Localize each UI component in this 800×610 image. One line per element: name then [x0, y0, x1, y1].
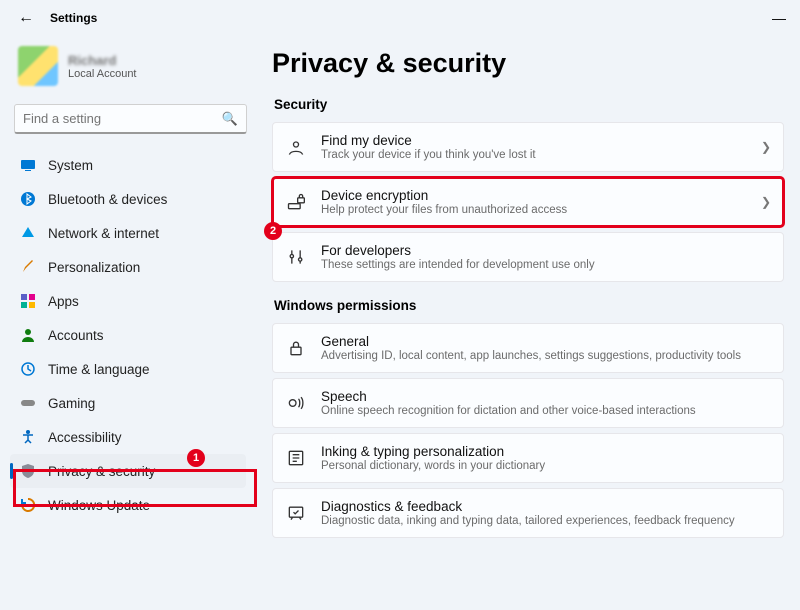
card-title: For developers: [321, 243, 771, 258]
page-title: Privacy & security: [272, 48, 784, 79]
sidebar-item-label: Network & internet: [48, 226, 159, 241]
card-sub: Track your device if you think you've lo…: [321, 149, 747, 161]
card-general[interactable]: General Advertising ID, local content, a…: [272, 323, 784, 373]
minimize-icon[interactable]: —: [772, 10, 786, 26]
lock-icon: [285, 338, 307, 358]
search-box[interactable]: 🔍: [14, 104, 247, 134]
card-inking[interactable]: Inking & typing personalization Personal…: [272, 433, 784, 483]
card-diagnostics[interactable]: Diagnostics & feedback Diagnostic data, …: [272, 488, 784, 538]
shield-icon: [20, 463, 36, 479]
brush-icon: [20, 259, 36, 275]
find-device-icon: [285, 137, 307, 157]
person-icon: [20, 327, 36, 343]
card-for-developers[interactable]: For developers These settings are intend…: [272, 232, 784, 282]
update-icon: [20, 497, 36, 513]
sidebar-item-time[interactable]: Time & language: [10, 352, 246, 386]
sidebar-item-label: Apps: [48, 294, 79, 309]
sidebar: Richard Local Account 🔍 System Bluetooth…: [0, 36, 256, 610]
card-sub: These settings are intended for developm…: [321, 259, 771, 271]
card-speech[interactable]: Speech Online speech recognition for dic…: [272, 378, 784, 428]
apps-icon: [20, 293, 36, 309]
sidebar-item-label: System: [48, 158, 93, 173]
lock-drive-icon: [285, 192, 307, 212]
sidebar-item-update[interactable]: Windows Update: [10, 488, 246, 522]
section-header-permissions: Windows permissions: [274, 298, 784, 313]
sidebar-item-personalization[interactable]: Personalization: [10, 250, 246, 284]
back-arrow-icon[interactable]: ←: [18, 9, 34, 27]
chevron-right-icon: ❯: [761, 195, 771, 209]
sidebar-item-accessibility[interactable]: Accessibility: [10, 420, 246, 454]
card-sub: Diagnostic data, inking and typing data,…: [321, 515, 771, 527]
user-name: Richard: [68, 53, 137, 68]
inking-icon: [285, 448, 307, 468]
card-device-encryption[interactable]: Device encryption Help protect your file…: [272, 177, 784, 227]
speech-icon: [285, 393, 307, 413]
annotation-badge-2: 2: [264, 222, 282, 240]
accessibility-icon: [20, 429, 36, 445]
card-title: Speech: [321, 389, 771, 404]
sidebar-item-label: Time & language: [48, 362, 150, 377]
gamepad-icon: [20, 395, 36, 411]
sidebar-item-privacy[interactable]: Privacy & security: [10, 454, 246, 488]
sidebar-nav: System Bluetooth & devices Network & int…: [10, 148, 246, 522]
sidebar-item-accounts[interactable]: Accounts: [10, 318, 246, 352]
profile-block[interactable]: Richard Local Account: [10, 36, 246, 100]
card-sub: Personal dictionary, words in your dicti…: [321, 460, 771, 472]
card-title: Device encryption: [321, 188, 747, 203]
globe-clock-icon: [20, 361, 36, 377]
main-content: Privacy & security Security Find my devi…: [256, 36, 800, 610]
card-title: Find my device: [321, 133, 747, 148]
card-sub: Online speech recognition for dictation …: [321, 405, 771, 417]
sidebar-item-label: Accounts: [48, 328, 104, 343]
user-type: Local Account: [68, 68, 137, 80]
sidebar-item-system[interactable]: System: [10, 148, 246, 182]
sidebar-item-label: Bluetooth & devices: [48, 192, 167, 207]
sidebar-item-bluetooth[interactable]: Bluetooth & devices: [10, 182, 246, 216]
section-header-security: Security: [274, 97, 784, 112]
sidebar-item-label: Windows Update: [48, 498, 150, 513]
annotation-badge-1: 1: [187, 449, 205, 467]
card-find-my-device[interactable]: Find my device Track your device if you …: [272, 122, 784, 172]
sidebar-item-label: Gaming: [48, 396, 95, 411]
sidebar-item-gaming[interactable]: Gaming: [10, 386, 246, 420]
card-title: Inking & typing personalization: [321, 444, 771, 459]
titlebar: ← Settings: [0, 0, 800, 36]
display-icon: [20, 157, 36, 173]
sidebar-item-label: Accessibility: [48, 430, 122, 445]
wifi-icon: [20, 225, 36, 241]
sidebar-item-label: Personalization: [48, 260, 140, 275]
card-sub: Advertising ID, local content, app launc…: [321, 350, 771, 362]
sidebar-item-network[interactable]: Network & internet: [10, 216, 246, 250]
card-title: Diagnostics & feedback: [321, 499, 771, 514]
chevron-right-icon: ❯: [761, 140, 771, 154]
sidebar-item-apps[interactable]: Apps: [10, 284, 246, 318]
bluetooth-icon: [20, 191, 36, 207]
card-title: General: [321, 334, 771, 349]
search-icon: 🔍: [222, 111, 238, 127]
card-sub: Help protect your files from unauthorize…: [321, 204, 747, 216]
feedback-icon: [285, 503, 307, 523]
avatar: [18, 46, 58, 86]
search-input[interactable]: [23, 111, 213, 126]
developers-icon: [285, 247, 307, 267]
sidebar-item-label: Privacy & security: [48, 464, 155, 479]
window-title: Settings: [50, 11, 97, 25]
